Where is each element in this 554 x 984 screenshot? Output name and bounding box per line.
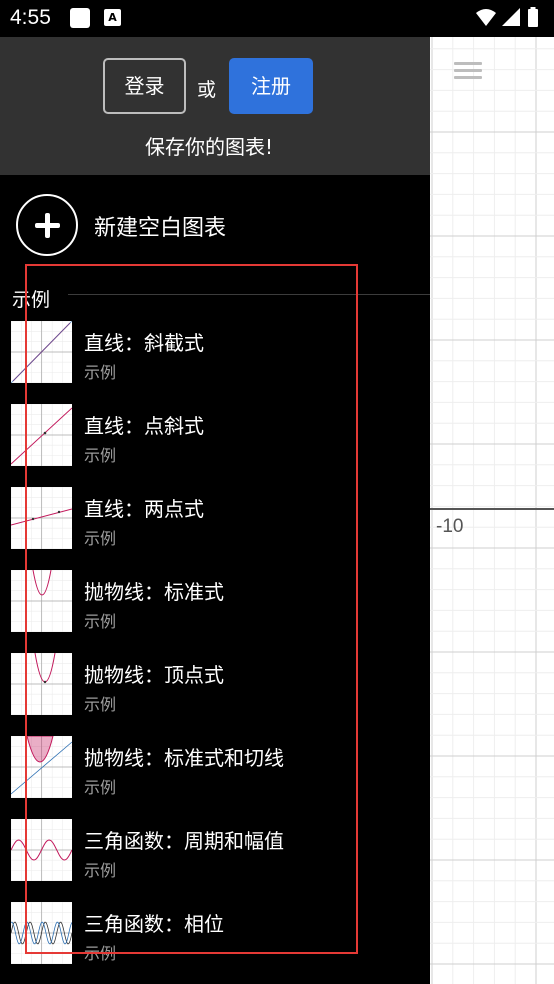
example-title: 直线：斜截式 (84, 331, 204, 355)
axis-tick-label: -10 (436, 516, 464, 537)
thumbnail-parabola-vertex (11, 653, 72, 715)
example-subtitle: 示例 (84, 612, 117, 631)
examples-list: 直线：斜截式 示例 直线：点斜式 示例 直线：两点式 示例 抛物线：标准式 示例… (0, 321, 430, 984)
battery-icon (528, 9, 538, 27)
example-item-parabola-standard[interactable]: 抛物线：标准式 示例 (0, 570, 430, 653)
example-title: 抛物线：标准式和切线 (84, 746, 284, 770)
examples-section-title: 示例 (12, 289, 51, 311)
example-subtitle: 示例 (84, 778, 117, 797)
status-time: 4:55 (10, 6, 51, 29)
status-icons (476, 7, 538, 27)
graph-grid (430, 37, 554, 984)
cellular-signal-icon (502, 8, 520, 26)
example-title: 三角函数：周期和幅值 (84, 829, 284, 853)
register-button[interactable]: 注册 (229, 58, 313, 114)
example-title: 三角函数：相位 (84, 912, 224, 936)
navigation-drawer: 登录 或 注册 保存你的图表! 新建空白图表 示例 直线：斜截式 示例 直线：点… (0, 37, 430, 984)
example-subtitle: 示例 (84, 695, 117, 714)
example-item-line-point-slope[interactable]: 直线：点斜式 示例 (0, 404, 430, 487)
example-item-parabola-tangent[interactable]: 抛物线：标准式和切线 示例 (0, 736, 430, 819)
thumbnail-parabola-standard (11, 570, 72, 632)
plus-circle-icon (16, 194, 78, 256)
thumbnail-line-point-slope (11, 404, 72, 466)
wifi-icon (476, 9, 496, 26)
thumbnail-line-slope-intercept (11, 321, 72, 383)
example-item-parabola-vertex[interactable]: 抛物线：顶点式 示例 (0, 653, 430, 736)
example-item-trig-phase[interactable]: 三角函数：相位 示例 (0, 902, 430, 984)
or-label: 或 (197, 79, 217, 101)
save-prompt: 保存你的图表! (144, 135, 274, 159)
status-bar: 4:55 A (0, 0, 554, 37)
example-subtitle: 示例 (84, 446, 117, 465)
example-item-trig-period-amplitude[interactable]: 三角函数：周期和幅值 示例 (0, 819, 430, 902)
drawer-header: 登录 或 注册 保存你的图表! (0, 37, 430, 175)
app-screen: 4:55 A -10 登录 或 注册 保存你的图表! 新建空白图表 示例 直线：… (0, 0, 554, 984)
notification-a-icon: A (104, 9, 121, 26)
section-divider (68, 294, 430, 295)
example-item-line-two-point[interactable]: 直线：两点式 示例 (0, 487, 430, 570)
new-graph-label: 新建空白图表 (94, 216, 227, 241)
example-item-line-slope-intercept[interactable]: 直线：斜截式 示例 (0, 321, 430, 404)
graph-canvas[interactable] (430, 37, 554, 984)
example-subtitle: 示例 (84, 861, 117, 880)
example-subtitle: 示例 (84, 363, 117, 382)
example-subtitle: 示例 (84, 529, 117, 548)
thumbnail-parabola-tangent (11, 736, 72, 798)
thumbnail-trig-phase (11, 902, 72, 964)
example-title: 抛物线：标准式 (84, 580, 224, 604)
example-title: 直线：点斜式 (84, 414, 204, 438)
hamburger-menu-icon[interactable] (450, 58, 486, 88)
thumbnail-trig-period-amplitude (11, 819, 72, 881)
login-button[interactable]: 登录 (103, 58, 186, 114)
notification-square-icon (70, 8, 90, 28)
thumbnail-line-two-point (11, 487, 72, 549)
example-subtitle: 示例 (84, 944, 117, 963)
example-title: 抛物线：顶点式 (84, 663, 224, 687)
example-title: 直线：两点式 (84, 497, 204, 521)
new-blank-graph-button[interactable]: 新建空白图表 (16, 194, 416, 256)
